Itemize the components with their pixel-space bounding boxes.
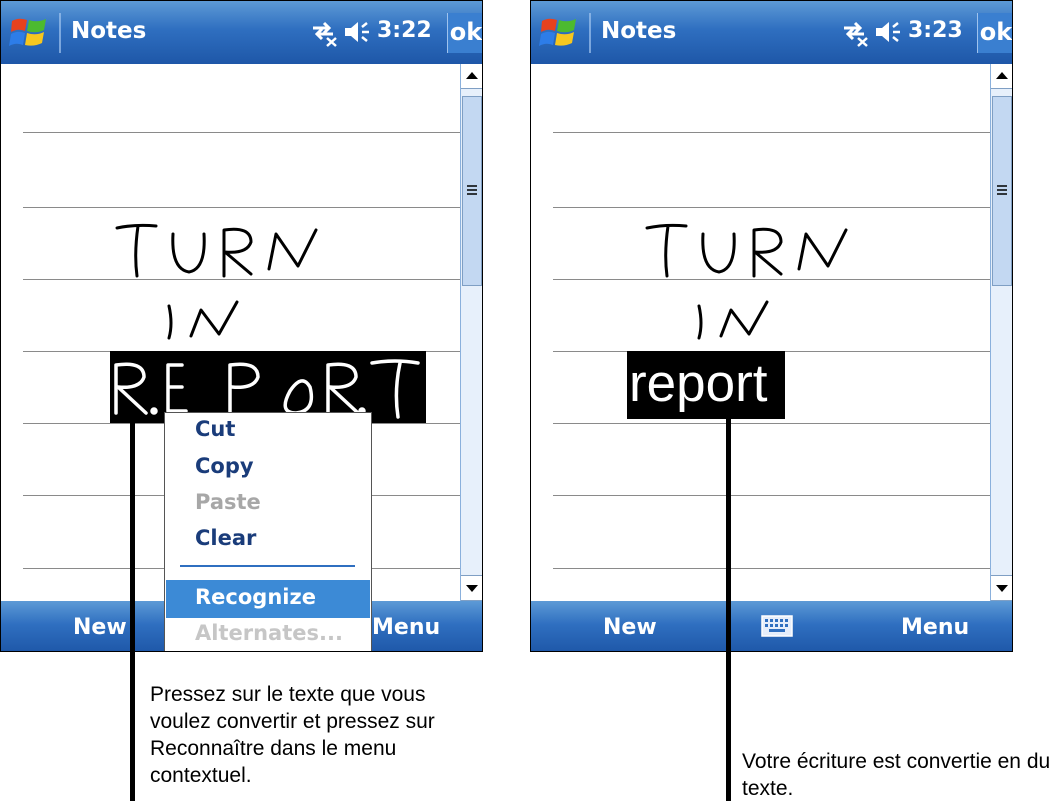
scroll-thumb[interactable]: [992, 96, 1012, 286]
grip-icon: [997, 185, 1007, 195]
keyboard-icon[interactable]: [761, 615, 793, 637]
handwriting-in[interactable]: [161, 296, 261, 346]
caption-right: Votre écriture est convertie en du texte…: [742, 750, 1051, 800]
context-menu: Cut Copy Paste Clear Recognize Alternate…: [164, 412, 372, 651]
connectivity-icon[interactable]: [840, 17, 870, 47]
ruled-line: [553, 568, 991, 569]
new-button[interactable]: New: [603, 615, 657, 640]
menu-item-copy[interactable]: Copy: [195, 454, 254, 478]
handwriting-in[interactable]: [691, 296, 791, 346]
clock-time[interactable]: 3:22: [377, 18, 432, 43]
triangle-up-icon: [996, 72, 1008, 79]
new-button[interactable]: New: [73, 615, 127, 640]
app-title: Notes: [71, 18, 147, 44]
status-icons: [840, 17, 910, 47]
menu-button[interactable]: Menu: [901, 615, 969, 640]
menu-item-clear[interactable]: Clear: [195, 526, 256, 550]
menu-item-alternates: Alternates...: [195, 621, 343, 645]
connectivity-icon[interactable]: [309, 17, 339, 47]
status-icons: [309, 17, 379, 47]
vertical-scrollbar[interactable]: [990, 64, 1012, 601]
ruled-line: [553, 207, 991, 208]
triangle-up-icon: [466, 72, 478, 79]
volume-icon[interactable]: [343, 19, 373, 45]
menu-item-cut[interactable]: Cut: [195, 417, 235, 441]
menu-item-paste: Paste: [195, 490, 261, 514]
menu-separator: [180, 565, 355, 567]
scroll-thumb[interactable]: [462, 96, 482, 286]
volume-icon[interactable]: [874, 19, 904, 45]
handwriting-turn[interactable]: [111, 214, 326, 284]
menu-item-recognize[interactable]: Recognize: [195, 585, 316, 609]
grip-icon: [467, 185, 477, 195]
caption-left: Pressez sur le texte que vous voulez con…: [150, 683, 435, 787]
ok-button[interactable]: ok: [447, 13, 482, 53]
title-bar: Notes 3:22 ok: [1, 1, 482, 64]
ruled-line: [23, 132, 461, 133]
title-separator: [589, 13, 591, 53]
recognized-text-selected[interactable]: report: [627, 351, 785, 419]
ok-button[interactable]: ok: [977, 13, 1012, 53]
triangle-down-icon: [996, 585, 1008, 592]
note-canvas[interactable]: report: [531, 64, 991, 601]
ruled-line: [553, 495, 991, 496]
pocketpc-screen-after: Notes 3:23 ok report New Menu: [530, 0, 1013, 652]
ruled-line: [553, 423, 991, 424]
menu-button[interactable]: Menu: [372, 615, 440, 640]
windows-start-icon[interactable]: [9, 15, 49, 51]
scroll-down-button[interactable]: [461, 575, 482, 601]
windows-start-icon[interactable]: [539, 15, 579, 51]
triangle-down-icon: [466, 585, 478, 592]
callout-pointer-left: [130, 413, 135, 801]
clock-time[interactable]: 3:23: [908, 18, 963, 43]
title-separator: [59, 13, 61, 53]
command-bar: New Menu: [531, 601, 1012, 651]
handwriting-turn[interactable]: [641, 214, 856, 284]
pocketpc-screen-before: Notes 3:22 ok New Menu Cut Copy Paste Cl…: [0, 0, 483, 652]
scroll-up-button[interactable]: [461, 64, 482, 89]
app-title: Notes: [601, 18, 677, 44]
title-bar: Notes 3:23 ok: [531, 1, 1012, 64]
callout-pointer-right: [726, 413, 731, 801]
scroll-down-button[interactable]: [991, 575, 1012, 601]
vertical-scrollbar[interactable]: [460, 64, 482, 601]
scroll-up-button[interactable]: [991, 64, 1012, 89]
ruled-line: [23, 207, 461, 208]
ruled-line: [553, 132, 991, 133]
